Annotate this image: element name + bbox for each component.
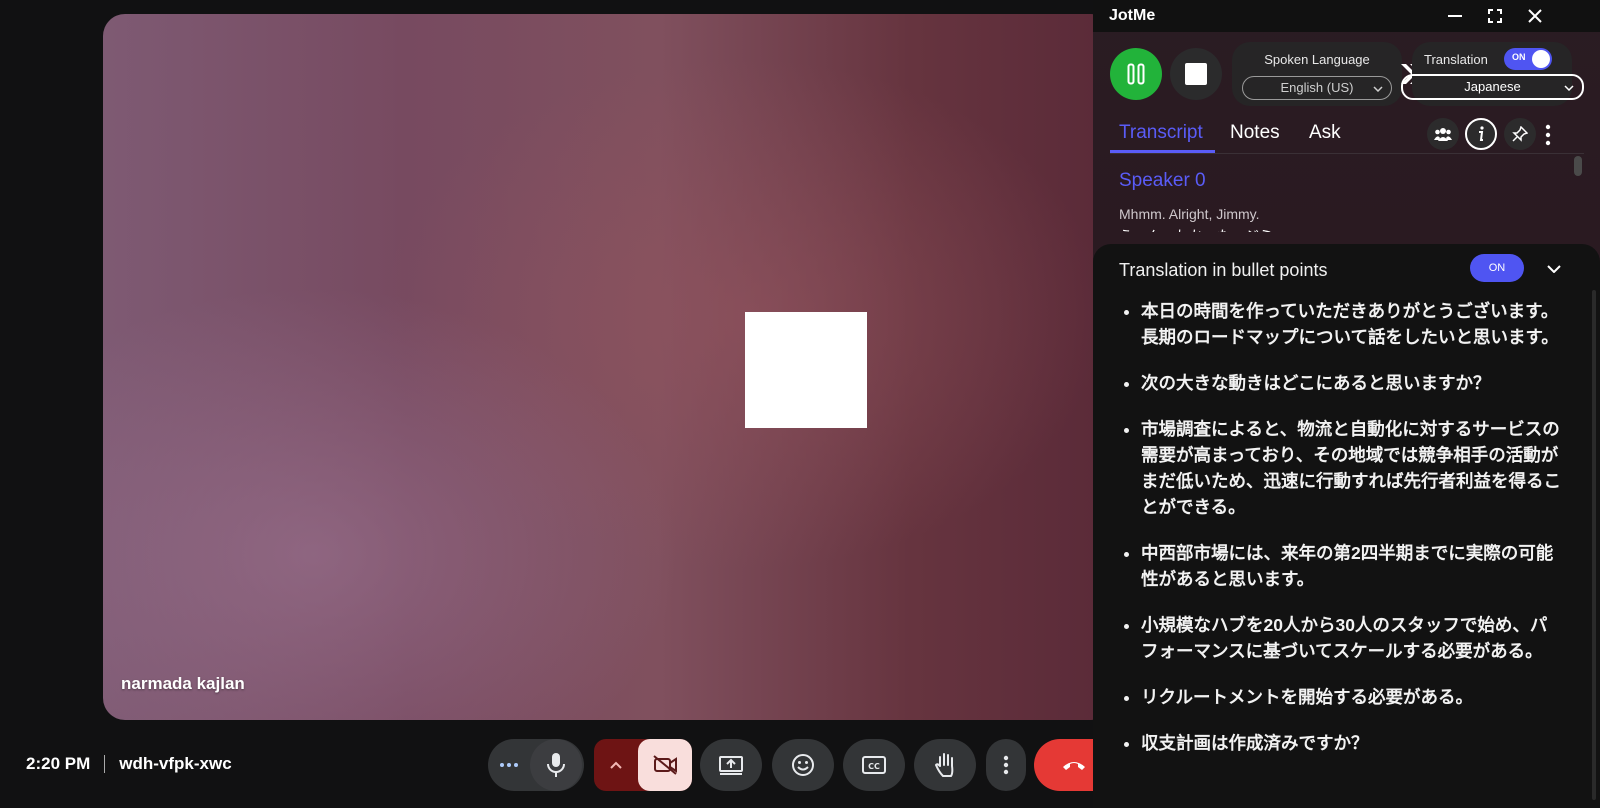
svg-text:CC: CC [868,762,880,771]
translation-box: Translation ON Japanese [1401,42,1584,106]
more-actions-button[interactable] [986,739,1026,791]
participant-video-placeholder [745,312,867,428]
hang-up-icon [1063,762,1085,770]
bullet-item: 小規模なハブを20人から30人のスタッフで始め、パフォーマンスに基づいてスケール… [1141,612,1561,664]
info-button[interactable] [1465,118,1497,150]
app-title: JotMe [1109,7,1156,24]
captions-button[interactable]: CC [843,739,905,791]
pause-recording-button[interactable] [1110,48,1162,100]
minimize-icon [1448,15,1462,17]
chevron-up-icon [610,761,622,769]
toggle-knob [1532,50,1550,68]
microphone-button[interactable] [530,739,582,791]
translation-toggle[interactable]: ON [1504,48,1552,70]
meeting-info: 2:20 PM wdh-vfpk-xwc [26,752,232,776]
captions-icon: CC [862,756,886,774]
present-screen-icon [719,756,743,775]
jotme-titlebar: JotMe [1093,0,1600,32]
divider [104,755,106,773]
tab-transcript[interactable]: Transcript [1119,122,1203,144]
bullet-item: 次の大きな動きはどこにあると思いますか？ [1141,370,1561,396]
info-icon [1479,126,1484,141]
participants-button[interactable] [1427,118,1459,150]
spoken-language-label: Spoken Language [1264,52,1370,67]
speaker-label: Speaker 0 [1119,170,1206,191]
transcript-scrollbar[interactable] [1574,156,1582,176]
camera-off-icon [653,755,677,775]
stop-recording-button[interactable] [1170,48,1222,100]
bullets-scrollbar[interactable] [1592,290,1596,800]
transcript-text: Mhmm. Alright, Jimmy. [1119,206,1260,222]
video-tile: narmada kajlan [103,14,1113,720]
clock-time: 2:20 PM [26,754,91,773]
translation-language-value: Japanese [1464,79,1521,94]
spoken-language-value: English (US) [1280,80,1354,95]
bullet-item: リクルートメントを開始する必要がある。 [1141,684,1561,710]
active-tab-indicator [1110,150,1215,153]
mic-control-group [488,739,584,791]
spoken-language-select[interactable]: English (US) [1242,76,1392,100]
raise-hand-button[interactable] [914,739,976,791]
maximize-button[interactable] [1481,4,1509,28]
bullet-item: 市場調査によると、物流と自動化に対するサービスの需要が高まっており、その地域では… [1141,416,1561,520]
bullets-card-title: Translation in bullet points [1119,260,1328,280]
emoji-icon [792,754,814,776]
emoji-button[interactable] [772,739,834,791]
stop-icon [1185,63,1207,85]
chevron-down-icon [1564,76,1574,98]
collapse-button[interactable] [1541,256,1567,282]
translation-toggle-text: ON [1512,52,1526,62]
camera-control-group [594,739,692,791]
vertical-dots-icon [1003,755,1009,775]
tab-divider [1110,153,1584,154]
translation-bullets-card: Translation in bullet points ON 本日の時間を作っ… [1093,244,1600,808]
chevron-down-icon [1547,265,1561,273]
more-options-button[interactable] [488,762,530,768]
panel-menu-button[interactable] [1545,124,1555,146]
spoken-language-box: Spoken Language English (US) [1232,42,1402,106]
tab-notes[interactable]: Notes [1230,122,1280,144]
raise-hand-icon [934,753,954,777]
camera-off-button[interactable] [638,739,692,791]
close-button[interactable] [1521,4,1549,28]
transcript-translation-partial: うーん、わかった、ジミー。 [1119,226,1339,232]
maximize-icon [1488,9,1502,23]
camera-options-button[interactable] [594,761,638,769]
minimize-button[interactable] [1441,4,1469,28]
pause-icon [1127,63,1145,85]
translation-language-select[interactable]: Japanese [1401,74,1584,100]
vertical-dots-icon [1545,124,1551,146]
bullet-list: 本日の時間を作っていただきありがとうございます。長期のロードマップについて話をし… [1119,298,1561,776]
present-button[interactable] [700,739,762,791]
chevron-down-icon [1373,77,1383,99]
bullet-item: 中西部市場には、来年の第2四半期までに実際の可能性があると思います。 [1141,540,1561,592]
ellipsis-icon [500,763,518,767]
group-icon [1434,128,1452,141]
bullet-item: 収支計画は作成済みですか？ [1141,730,1561,756]
pin-icon [1512,126,1528,142]
meeting-code: wdh-vfpk-xwc [119,754,232,773]
pin-button[interactable] [1504,118,1536,150]
close-icon [1528,9,1542,23]
tab-ask[interactable]: Ask [1309,122,1341,144]
bullet-item: 本日の時間を作っていただきありがとうございます。長期のロードマップについて話をし… [1141,298,1561,350]
bullets-toggle-button[interactable]: ON [1470,254,1524,282]
participant-name: narmada kajlan [121,674,245,693]
microphone-icon [547,753,565,777]
